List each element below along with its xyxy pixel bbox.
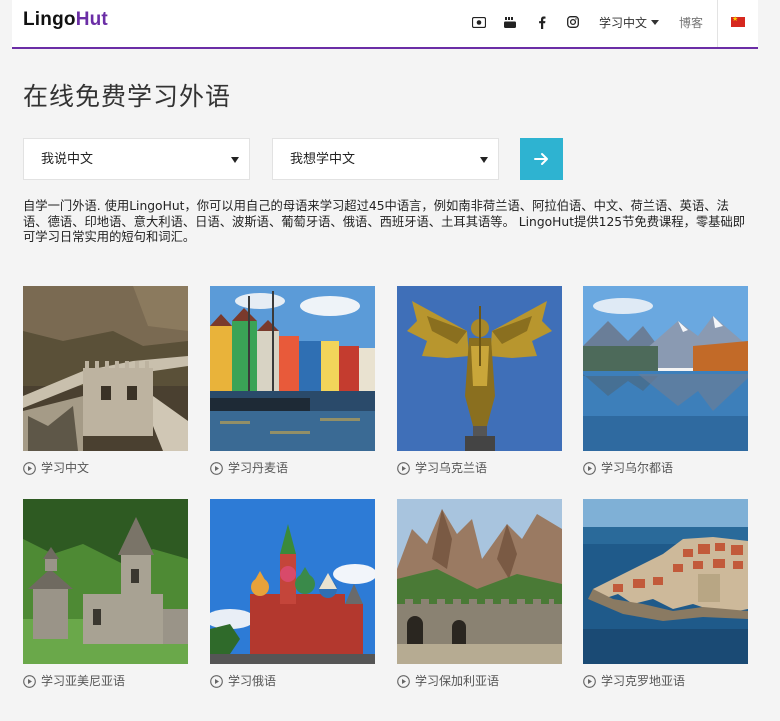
language-dropdown[interactable]: 学习中文 (599, 15, 660, 31)
course-link[interactable]: 学习亚美尼亚语 (23, 673, 188, 689)
caret-down-icon (480, 157, 488, 163)
play-circle-icon (23, 462, 36, 475)
course-link[interactable]: 学习乌尔都语 (583, 460, 748, 476)
course-link[interactable]: 学习保加利亚语 (397, 673, 562, 689)
china-flag-icon[interactable] (731, 14, 745, 27)
belogradchik-fortress-photo[interactable] (397, 499, 562, 664)
play-circle-icon (210, 462, 223, 475)
copenhagen-harbor-photo[interactable] (210, 286, 375, 451)
blog-link[interactable]: 博客 (679, 15, 703, 31)
lingohut-logo[interactable]: LingoHut (23, 10, 108, 30)
youtube-icon[interactable] (502, 14, 518, 30)
caret-down-icon (231, 157, 239, 163)
course-label: 学习丹麦语 (228, 461, 289, 475)
facebook-icon[interactable] (534, 14, 550, 30)
play-circle-icon (583, 462, 596, 475)
arrow-right-icon (533, 153, 548, 165)
caret-down-icon (651, 20, 660, 25)
dubrovnik-coast-photo[interactable] (583, 499, 748, 664)
instagram-icon[interactable] (565, 14, 581, 30)
st-basils-cathedral-photo[interactable] (210, 499, 375, 664)
great-wall-photo[interactable] (23, 286, 188, 451)
course-label: 学习乌克兰语 (415, 461, 488, 475)
course-label: 学习中文 (41, 461, 90, 475)
top-navigation-bar: LingoHut 学习中文 博客 (12, 0, 758, 49)
course-label: 学习亚美尼亚语 (41, 674, 126, 688)
play-circle-icon (210, 675, 223, 688)
native-language-value: 我说中文 (41, 152, 94, 167)
intro-paragraph: 自学一门外语. 使用LingoHut，你可以用自己的母语来学习超过45中语言，例… (23, 199, 746, 244)
archangel-statue-photo[interactable] (397, 286, 562, 451)
course-link[interactable]: 学习中文 (23, 460, 188, 476)
language-dropdown-label: 学习中文 (599, 16, 648, 30)
video-icon[interactable] (471, 14, 487, 30)
play-circle-icon (397, 675, 410, 688)
page-title: 在线免费学习外语 (23, 82, 232, 111)
armenian-monastery-photo[interactable] (23, 499, 188, 664)
course-label: 学习乌尔都语 (601, 461, 674, 475)
target-language-value: 我想学中文 (290, 152, 356, 167)
course-link[interactable]: 学习丹麦语 (210, 460, 375, 476)
target-language-select[interactable]: 我想学中文 (272, 138, 499, 180)
course-link[interactable]: 学习乌克兰语 (397, 460, 562, 476)
course-label: 学习克罗地亚语 (601, 674, 686, 688)
mountain-lake-photo[interactable] (583, 286, 748, 451)
play-circle-icon (23, 675, 36, 688)
play-circle-icon (583, 675, 596, 688)
course-label: 学习俄语 (228, 674, 277, 688)
course-link[interactable]: 学习克罗地亚语 (583, 673, 748, 689)
go-button[interactable] (520, 138, 563, 180)
course-link[interactable]: 学习俄语 (210, 673, 375, 689)
native-language-select[interactable]: 我说中文 (23, 138, 250, 180)
course-label: 学习保加利亚语 (415, 674, 500, 688)
play-circle-icon (397, 462, 410, 475)
header-divider (717, 0, 718, 47)
